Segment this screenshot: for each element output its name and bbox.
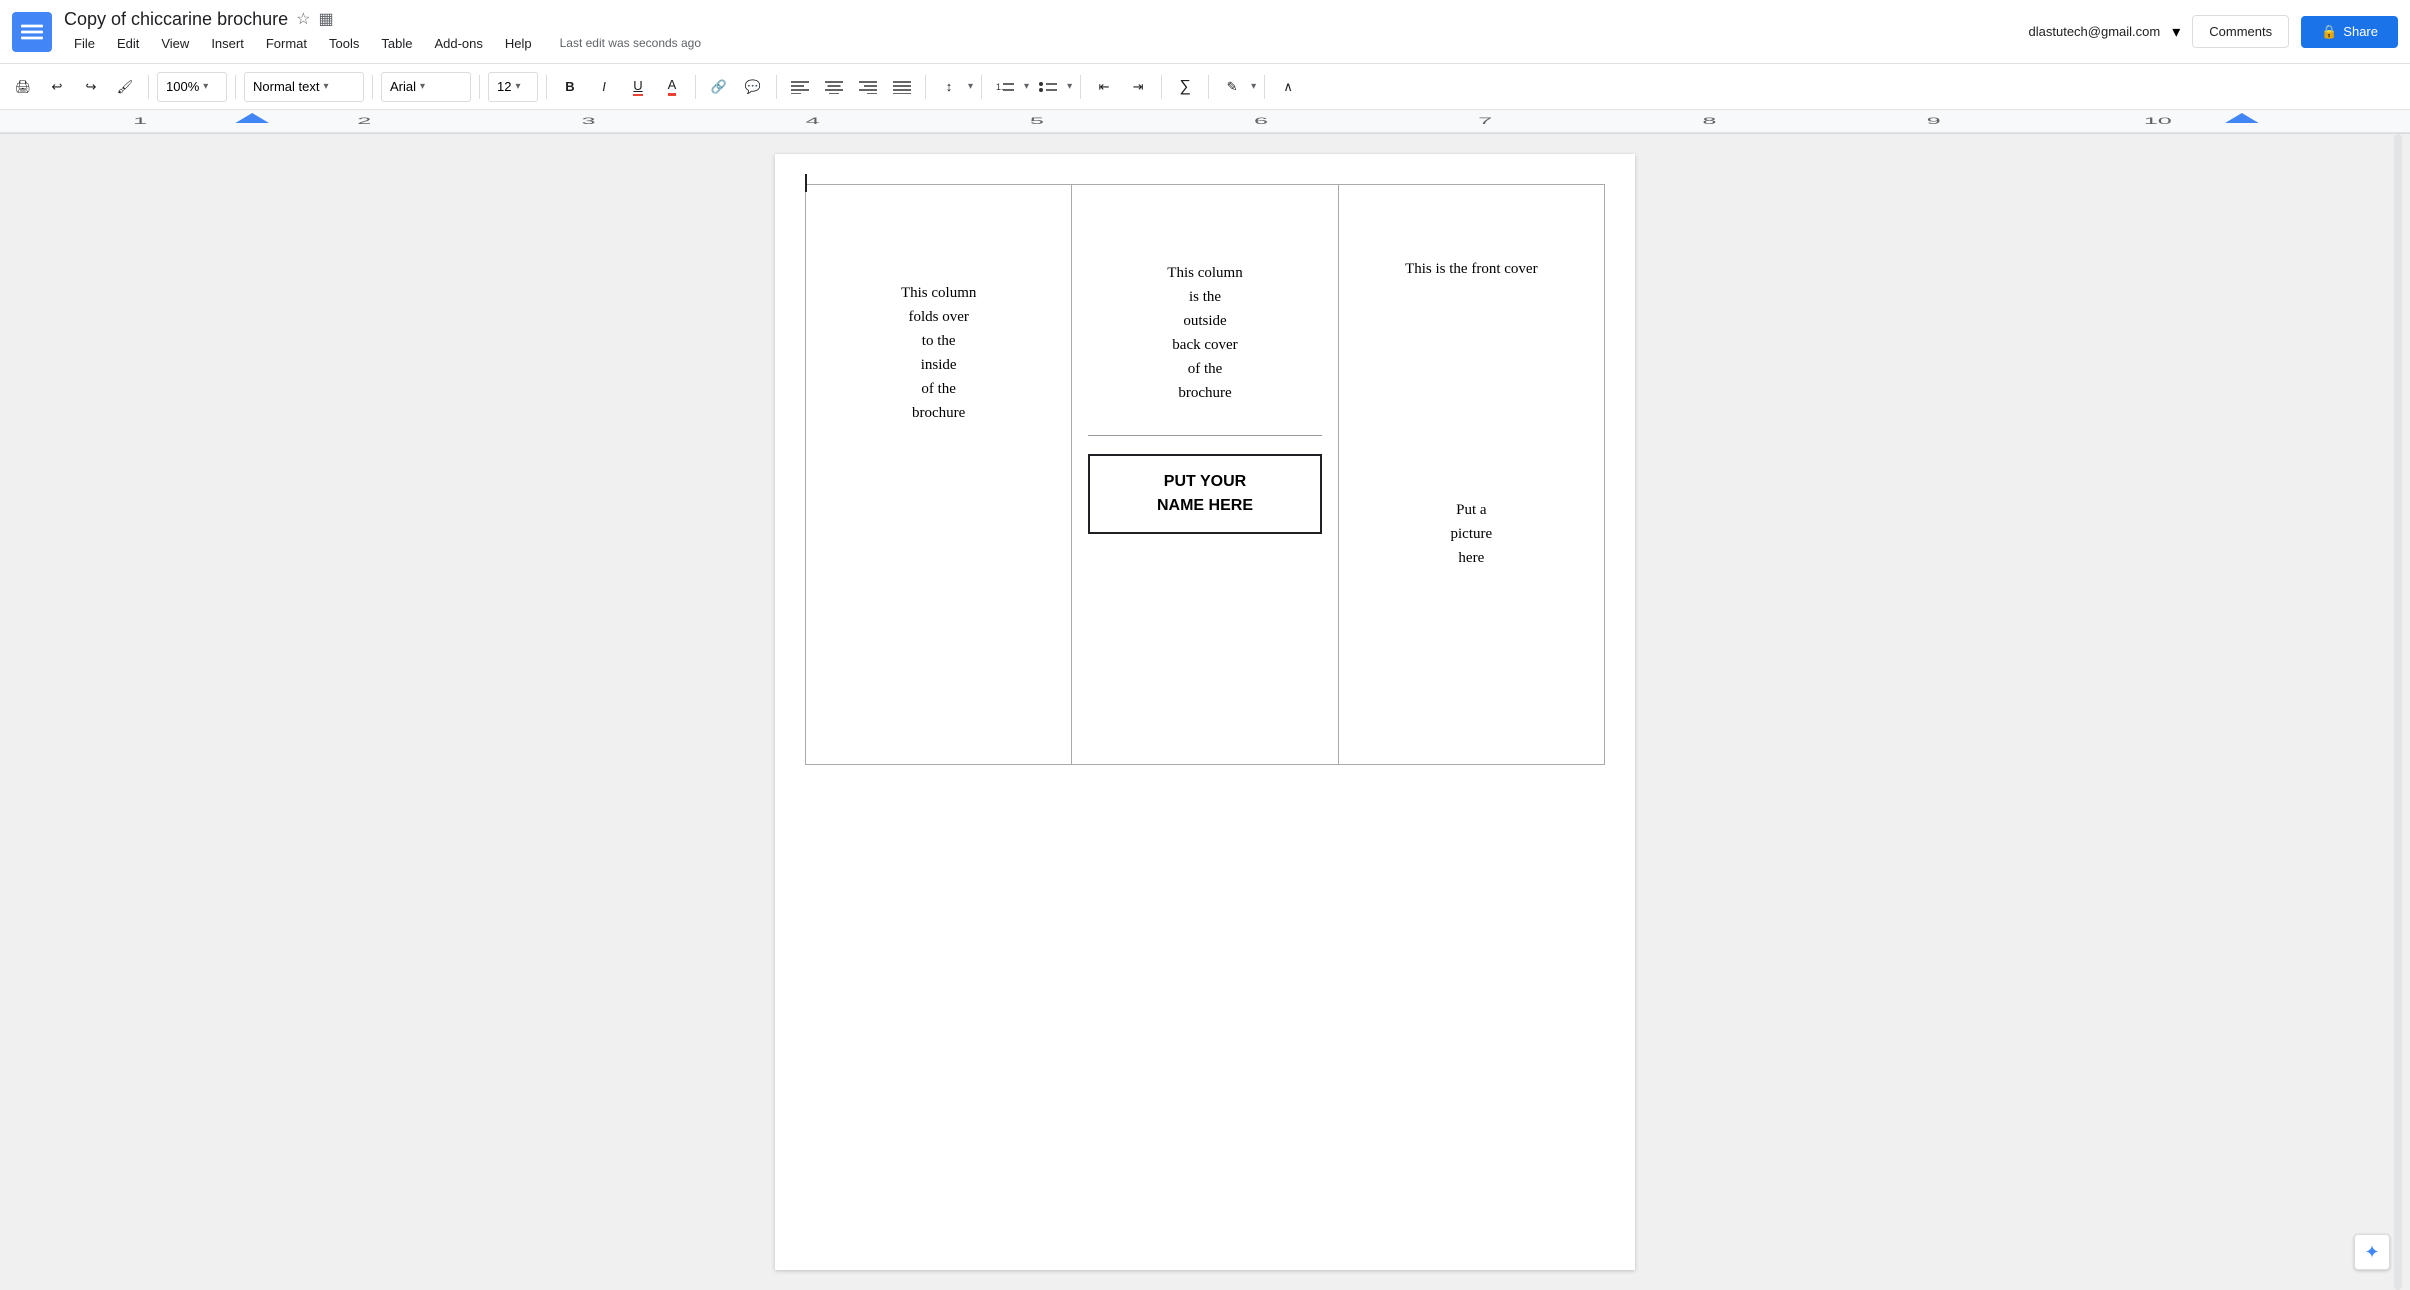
left-sidebar: [0, 134, 60, 1290]
toolbar-separator-12: [1208, 75, 1209, 99]
lock-icon: 🔒: [2321, 24, 2337, 40]
brochure-table: This column folds over to the inside of …: [805, 184, 1605, 765]
align-left-button[interactable]: [785, 72, 815, 102]
col2-divider: [1088, 435, 1321, 436]
align-justify-button[interactable]: [887, 72, 917, 102]
col3-picture-text: Put a picture here: [1355, 498, 1588, 570]
link-button[interactable]: 🔗: [704, 72, 734, 102]
menu-help[interactable]: Help: [495, 32, 542, 55]
brochure-col3[interactable]: This is the front cover Put a picture he…: [1338, 185, 1604, 765]
menu-tools[interactable]: Tools: [319, 32, 369, 55]
brochure-col1[interactable]: This column folds over to the inside of …: [806, 185, 1072, 765]
document-title[interactable]: Copy of chiccarine brochure: [64, 9, 288, 30]
bullet-list-button[interactable]: [1033, 72, 1063, 102]
numbered-list-button[interactable]: 1.: [990, 72, 1020, 102]
col1-text: This column folds over to the inside of …: [822, 201, 1055, 425]
svg-text:2: 2: [357, 116, 371, 126]
font-size-dropdown[interactable]: 12 ▾: [488, 72, 538, 102]
menu-table[interactable]: Table: [371, 32, 422, 55]
paint-format-button[interactable]: 🖌: [110, 72, 140, 102]
assistant-widget[interactable]: ✦: [2354, 1234, 2390, 1270]
bullet-list-arrow[interactable]: ▾: [1067, 81, 1072, 92]
toolbar-separator-8: [925, 75, 926, 99]
redo-button[interactable]: ↪: [76, 72, 106, 102]
user-email[interactable]: dlastutech@gmail.com: [2029, 24, 2161, 39]
svg-text:4: 4: [806, 116, 820, 126]
col2-name-line2: NAME HERE: [1104, 494, 1305, 518]
col2-top-text: This column is the outside back cover of…: [1088, 201, 1321, 425]
text-cursor: [805, 174, 807, 192]
toolbar-separator-7: [776, 75, 777, 99]
folder-icon[interactable]: ▦: [318, 9, 333, 29]
toolbar-separator-6: [695, 75, 696, 99]
toolbar-separator-4: [479, 75, 480, 99]
last-edit-status: Last edit was seconds ago: [560, 36, 701, 50]
account-chevron-icon[interactable]: ▾: [2172, 22, 2180, 42]
ruler: 1 2 3 4 5 6 7 8 9 10: [0, 110, 2410, 134]
undo-button[interactable]: ↩: [42, 72, 72, 102]
svg-text:5: 5: [1030, 116, 1044, 126]
app-menu-button[interactable]: [12, 12, 52, 52]
toolbar-separator-2: [235, 75, 236, 99]
zoom-dropdown[interactable]: 100% ▾: [157, 72, 227, 102]
line-spacing-button[interactable]: ↕: [934, 72, 964, 102]
menu-insert[interactable]: Insert: [201, 32, 254, 55]
numbered-list-arrow[interactable]: ▾: [1024, 81, 1029, 92]
print-button[interactable]: 🖨: [8, 72, 38, 102]
svg-text:10: 10: [2144, 116, 2172, 126]
font-dropdown[interactable]: Arial ▾: [381, 72, 471, 102]
collapse-toolbar-button[interactable]: ∧: [1273, 72, 1303, 102]
svg-text:3: 3: [581, 116, 595, 126]
toolbar-separator-11: [1161, 75, 1162, 99]
italic-button[interactable]: I: [589, 72, 619, 102]
text-color-button[interactable]: A: [657, 72, 687, 102]
comments-button[interactable]: Comments: [2192, 15, 2289, 48]
svg-text:8: 8: [1702, 116, 1716, 126]
menu-file[interactable]: File: [64, 32, 105, 55]
formula-button[interactable]: ∑: [1170, 72, 1200, 102]
svg-text:1.: 1.: [996, 82, 1004, 92]
menu-edit[interactable]: Edit: [107, 32, 149, 55]
toolbar-separator-5: [546, 75, 547, 99]
toolbar-separator-10: [1080, 75, 1081, 99]
right-sidebar: [2350, 134, 2410, 1290]
share-button[interactable]: 🔒 Share: [2301, 16, 2398, 48]
col2-name-line1: PUT YOUR: [1104, 470, 1305, 494]
toolbar-separator-9: [981, 75, 982, 99]
col2-name-box[interactable]: PUT YOUR NAME HERE: [1088, 454, 1321, 534]
brochure-col2[interactable]: This column is the outside back cover of…: [1072, 185, 1338, 765]
align-right-button[interactable]: [853, 72, 883, 102]
svg-text:9: 9: [1927, 116, 1941, 126]
underline-button[interactable]: U: [623, 72, 653, 102]
star-icon[interactable]: ☆: [296, 9, 310, 29]
comment-button[interactable]: 💬: [738, 72, 768, 102]
bold-button[interactable]: B: [555, 72, 585, 102]
menu-format[interactable]: Format: [256, 32, 317, 55]
svg-text:7: 7: [1478, 116, 1492, 126]
toolbar-separator-13: [1264, 75, 1265, 99]
increase-indent-button[interactable]: ⇥: [1123, 72, 1153, 102]
pen-arrow[interactable]: ▾: [1251, 81, 1256, 92]
svg-text:6: 6: [1254, 116, 1268, 126]
col3-front-cover-text: This is the front cover: [1355, 261, 1588, 278]
toolbar-separator-3: [372, 75, 373, 99]
scrollbar[interactable]: [2394, 134, 2402, 1290]
menu-addons[interactable]: Add-ons: [424, 32, 492, 55]
document-page: This column folds over to the inside of …: [775, 154, 1635, 1270]
pen-button[interactable]: ✎: [1217, 72, 1247, 102]
svg-text:1: 1: [133, 116, 147, 126]
assistant-icon: ✦: [2364, 1242, 2379, 1263]
decrease-indent-button[interactable]: ⇤: [1089, 72, 1119, 102]
toolbar-separator-1: [148, 75, 149, 99]
align-center-button[interactable]: [819, 72, 849, 102]
menu-view[interactable]: View: [151, 32, 199, 55]
line-spacing-arrow[interactable]: ▾: [968, 81, 973, 92]
paragraph-style-dropdown[interactable]: Normal text ▾: [244, 72, 364, 102]
